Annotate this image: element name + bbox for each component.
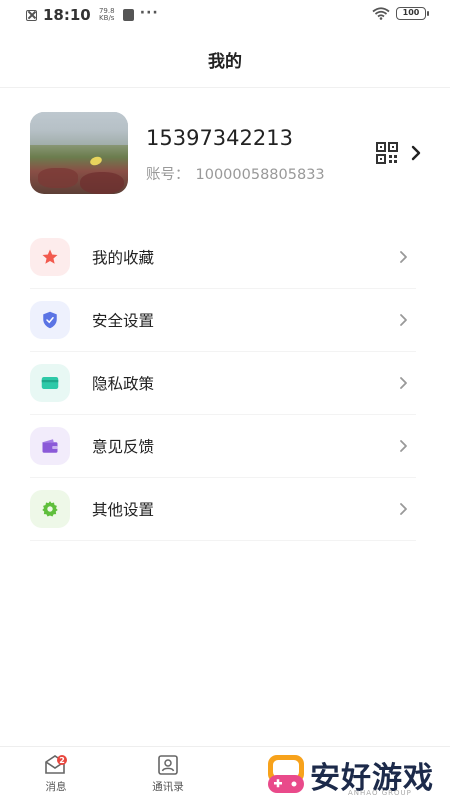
contacts-icon xyxy=(158,755,178,775)
account-value: 10000058805833 xyxy=(195,167,325,183)
profile-account: 账号： 10000058805833 xyxy=(146,163,331,184)
status-time: 18:10 xyxy=(43,6,91,24)
wallet-icon-bg xyxy=(30,427,70,465)
network-speed-unit: KB/s xyxy=(99,14,115,22)
settings-menu: 我的收藏 安全设置 隐私政策 意见反馈 其他设置 xyxy=(0,226,450,541)
card-icon-bg xyxy=(30,364,70,402)
nav-tab-contacts[interactable]: 通讯录 xyxy=(138,753,198,794)
profile-phone: 15397342213 xyxy=(146,126,293,150)
status-right: 100 xyxy=(372,7,429,20)
menu-item-other-settings[interactable]: 其他设置 xyxy=(0,478,450,541)
network-speed: 79.8 KB/s xyxy=(97,8,117,22)
menu-item-privacy[interactable]: 隐私政策 xyxy=(0,352,450,415)
menu-item-security[interactable]: 安全设置 xyxy=(0,289,450,352)
avatar-detail xyxy=(80,172,124,194)
wifi-icon xyxy=(372,7,390,20)
shield-icon xyxy=(43,311,57,329)
account-label: 账号： xyxy=(146,167,190,183)
battery-indicator: 100 xyxy=(396,7,429,20)
gamepad-logo-icon xyxy=(268,755,304,793)
contacts-icon-wrap xyxy=(138,753,198,777)
gear-icon xyxy=(42,501,58,517)
nav-label-contacts: 通讯录 xyxy=(152,781,184,793)
gear-icon-bg xyxy=(30,490,70,528)
menu-item-feedback[interactable]: 意见反馈 xyxy=(0,415,450,478)
chevron-right-icon[interactable] xyxy=(410,144,422,162)
status-left: 18:10 79.8 KB/s ··· xyxy=(26,5,159,24)
menu-item-label: 我的收藏 xyxy=(92,249,155,267)
message-icon-wrap: 2 xyxy=(26,753,86,777)
qr-code-icon[interactable] xyxy=(376,142,400,166)
chevron-right-icon xyxy=(400,377,407,389)
avatar[interactable] xyxy=(30,112,128,194)
menu-item-favorites[interactable]: 我的收藏 xyxy=(0,226,450,289)
menu-item-label: 其他设置 xyxy=(92,501,155,519)
watermark-subtext: ANHAO GROUP xyxy=(348,789,412,797)
shield-icon-bg xyxy=(30,301,70,339)
avatar-detail xyxy=(38,168,78,188)
menu-item-label: 意见反馈 xyxy=(92,438,155,456)
chevron-right-icon xyxy=(400,251,407,263)
messages-badge: 2 xyxy=(59,756,65,765)
star-icon-bg xyxy=(30,238,70,276)
document-icon xyxy=(122,9,134,21)
more-icon: ··· xyxy=(139,5,159,21)
watermark: 安好游戏 ANHAO GROUP xyxy=(266,749,450,800)
chevron-right-icon xyxy=(400,503,407,515)
menu-item-label: 隐私政策 xyxy=(92,375,155,393)
profile-card[interactable]: 15397342213 账号： 10000058805833 xyxy=(0,100,450,210)
menu-item-label: 安全设置 xyxy=(92,312,155,330)
message-icon: 2 xyxy=(45,755,67,774)
chevron-right-icon xyxy=(400,314,407,326)
card-icon xyxy=(41,377,59,389)
star-icon xyxy=(42,249,58,264)
wallet-icon xyxy=(42,439,58,453)
chevron-right-icon xyxy=(400,440,407,452)
avatar-detail xyxy=(88,155,104,167)
status-bar: 18:10 79.8 KB/s ··· 100 xyxy=(0,0,450,32)
notification-icon xyxy=(26,9,37,21)
nav-tab-messages[interactable]: 2 消息 xyxy=(26,753,86,794)
nav-label-messages: 消息 xyxy=(45,781,67,793)
page-title: 我的 xyxy=(208,52,242,72)
page-header: 我的 xyxy=(0,32,450,88)
